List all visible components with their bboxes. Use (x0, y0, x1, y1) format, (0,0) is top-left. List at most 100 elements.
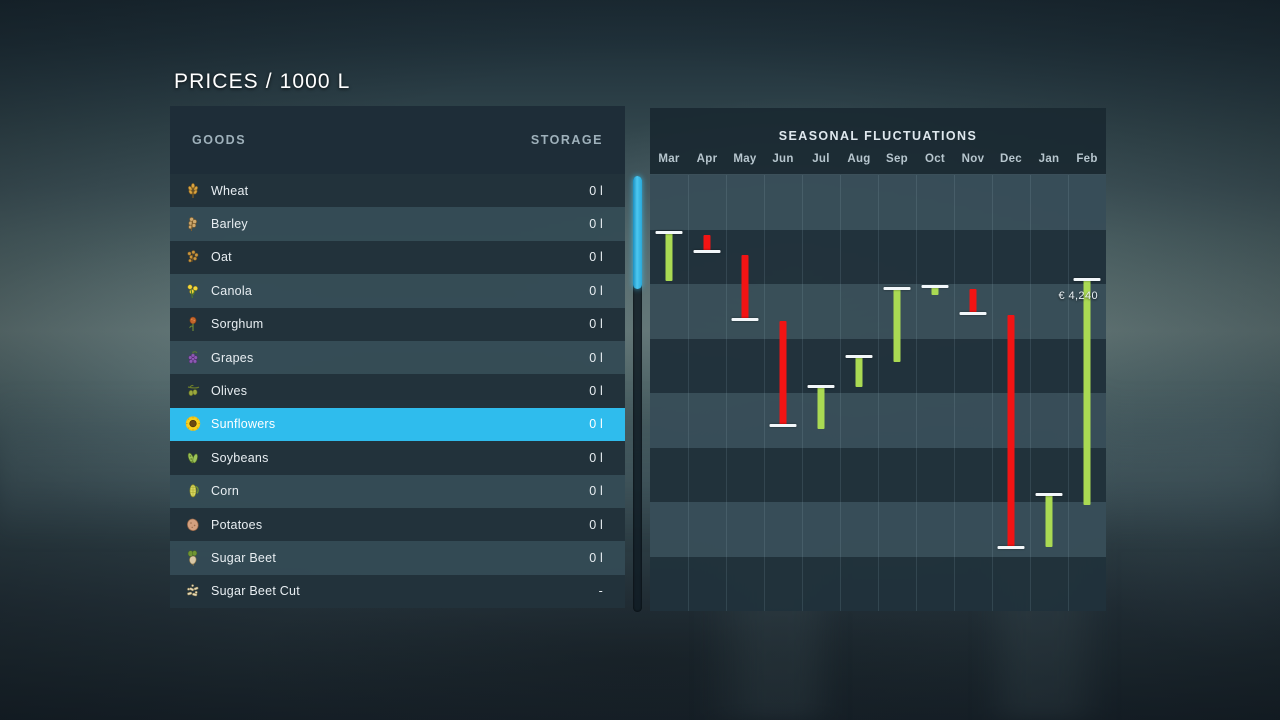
goods-name: Potatoes (211, 518, 262, 532)
goods-storage-value: 0 l (589, 551, 603, 565)
month-label-jul: Jul (802, 153, 840, 165)
chart-bar-sep (878, 175, 916, 611)
canola-icon (184, 282, 202, 300)
chart-bar-oct (916, 175, 954, 611)
chart-bar-aug (840, 175, 878, 611)
bar-body (818, 387, 825, 429)
chart-scrollbar-thumb[interactable] (633, 176, 642, 289)
goods-row-olives[interactable]: Olives 0 l (170, 374, 625, 407)
month-label-oct: Oct (916, 153, 954, 165)
barley-icon (184, 215, 202, 233)
soybeans-icon (184, 449, 202, 467)
page-title: PRICES / 1000 L (170, 70, 625, 94)
goods-name: Wheat (211, 184, 248, 198)
bar-base-price-tick (846, 355, 873, 358)
sugarbeet-icon (184, 549, 202, 567)
goods-storage-value: 0 l (589, 451, 603, 465)
month-label-mar: Mar (650, 153, 688, 165)
goods-row-sugar-beet-cut[interactable]: Sugar Beet Cut- (170, 575, 625, 608)
bar-base-price-tick (884, 287, 911, 290)
game-screen: PRICES / 1000 L GOODS STORAGE Wheat0 lBa… (0, 0, 1280, 720)
goods-name: Olives (211, 384, 247, 398)
sugarbeetcut-icon (184, 582, 202, 600)
olives-icon (184, 382, 202, 400)
goods-name: Sugar Beet (211, 551, 276, 565)
goods-name: Grapes (211, 351, 254, 365)
goods-row-grapes[interactable]: Grapes0 l (170, 341, 625, 374)
goods-panel: GOODS STORAGE Wheat0 lBarley0 lOat0 lCan… (170, 106, 625, 608)
chart-x-axis: MarAprMayJunJulAugSepOctNovDecJanFeb (650, 143, 1106, 175)
chart-plot-area: € 4,240 € 2,297 (650, 175, 1106, 611)
column-header-goods: GOODS (192, 133, 246, 147)
sunflower-icon (184, 415, 202, 433)
goods-row-sugar-beet[interactable]: Sugar Beet 0 l (170, 541, 625, 574)
bar-body (666, 233, 673, 281)
bar-base-price-tick (732, 318, 759, 321)
month-label-jun: Jun (764, 153, 802, 165)
goods-storage-value: 0 l (589, 384, 603, 398)
bar-body (1046, 495, 1053, 547)
goods-row-canola[interactable]: Canola0 l (170, 274, 625, 307)
bar-base-price-tick (998, 546, 1025, 549)
month-label-sep: Sep (878, 153, 916, 165)
bar-base-price-tick (960, 312, 987, 315)
goods-name: Oat (211, 250, 232, 264)
bar-body (780, 321, 787, 425)
goods-storage-value: 0 l (589, 250, 603, 264)
chart-bar-dec (992, 175, 1030, 611)
bar-body (704, 235, 711, 251)
goods-row-potatoes[interactable]: Potatoes 0 l (170, 508, 625, 541)
chart-bar-apr (688, 175, 726, 611)
goods-storage-value: 0 l (589, 417, 603, 431)
goods-storage-value: 0 l (589, 284, 603, 298)
goods-name: Sunflowers (211, 417, 275, 431)
chart-bar-nov (954, 175, 992, 611)
month-label-dec: Dec (992, 153, 1030, 165)
month-label-feb: Feb (1068, 153, 1106, 165)
goods-storage-value: 0 l (589, 217, 603, 231)
wheat-icon (184, 182, 202, 200)
chart-bar-may (726, 175, 764, 611)
bar-body (1084, 280, 1091, 505)
goods-row-corn[interactable]: Corn 0 l (170, 475, 625, 508)
bar-body (932, 287, 939, 295)
month-label-may: May (726, 153, 764, 165)
bar-base-price-tick (1074, 278, 1101, 281)
seasonal-fluctuations-panel: SEASONAL FLUCTUATIONS MarAprMayJunJulAug… (650, 108, 1106, 611)
month-label-aug: Aug (840, 153, 878, 165)
goods-table-header: GOODS STORAGE (170, 106, 625, 174)
goods-name: Barley (211, 217, 248, 231)
month-label-apr: Apr (688, 153, 726, 165)
bar-base-price-tick (770, 424, 797, 427)
oat-icon (184, 248, 202, 266)
bar-body (970, 289, 977, 313)
month-label-jan: Jan (1030, 153, 1068, 165)
prices-section: PRICES / 1000 L GOODS STORAGE Wheat0 lBa… (170, 70, 625, 608)
month-label-nov: Nov (954, 153, 992, 165)
chart-bar-mar (650, 175, 688, 611)
bar-base-price-tick (808, 385, 835, 388)
bar-body (894, 289, 901, 362)
goods-row-sorghum[interactable]: Sorghum0 l (170, 308, 625, 341)
goods-row-sunflowers[interactable]: Sunflowers 0 l (170, 408, 625, 441)
bar-base-price-tick (656, 231, 683, 234)
corn-icon (184, 482, 202, 500)
goods-name: Corn (211, 484, 239, 498)
goods-row-barley[interactable]: Barley 0 l (170, 207, 625, 240)
bar-base-price-tick (1036, 493, 1063, 496)
goods-name: Sorghum (211, 317, 263, 331)
chart-bar-jan (1030, 175, 1068, 611)
goods-storage-value: 0 l (589, 484, 603, 498)
bar-base-price-tick (922, 285, 949, 288)
goods-name: Soybeans (211, 451, 269, 465)
goods-row-oat[interactable]: Oat 0 l (170, 241, 625, 274)
chart-scrollbar[interactable] (633, 176, 642, 612)
sorghum-icon (184, 315, 202, 333)
bar-base-price-tick (694, 250, 721, 253)
grapes-icon (184, 349, 202, 367)
goods-row-soybeans[interactable]: Soybeans 0 l (170, 441, 625, 474)
goods-storage-value: 0 l (589, 518, 603, 532)
goods-storage-value: 0 l (589, 184, 603, 198)
goods-name: Sugar Beet Cut (211, 584, 300, 598)
goods-row-wheat[interactable]: Wheat 0 l (170, 174, 625, 207)
